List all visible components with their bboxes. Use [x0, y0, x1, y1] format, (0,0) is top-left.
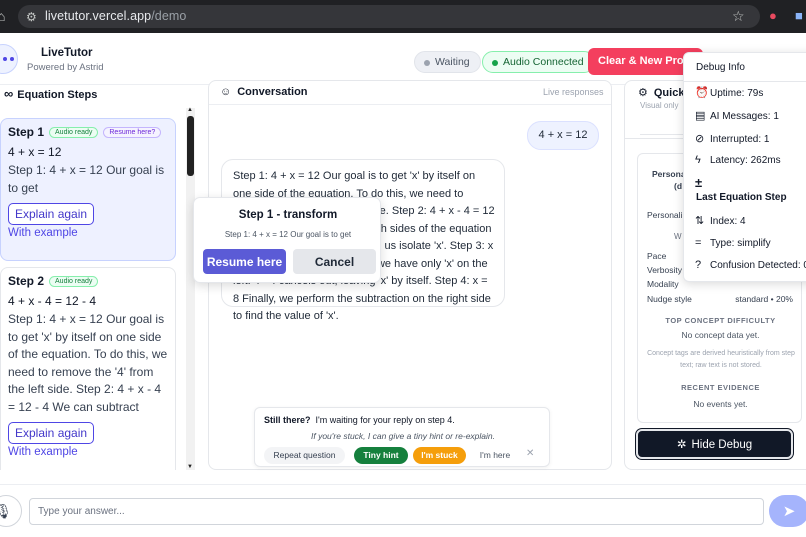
evidence-empty-text: No events yet. — [693, 399, 748, 409]
infinity-icon: ∞ — [4, 86, 14, 101]
audio-ready-badge: Audio ready — [49, 275, 99, 287]
personalization-title-sub: (d — [674, 181, 683, 191]
last-step-heading: Last Equation Step — [696, 192, 787, 203]
personalization-title: Persona — [652, 169, 686, 179]
answer-footer: 🎙 ➤ — [0, 484, 806, 537]
personalization-label: Personali — [647, 210, 683, 220]
answer-input[interactable] — [29, 498, 764, 525]
bug-icon: ✲ — [676, 439, 687, 451]
confusion-item: ? Confusion Detected: 0 — [695, 259, 806, 271]
explain-again-button[interactable]: Explain again — [8, 422, 95, 444]
browser-toolbar: ⌂ ⚙ livetutor.vercel.app/demo ☆ ● ■ — [0, 0, 806, 33]
url-text: livetutor.vercel.app/demo — [45, 9, 187, 23]
send-button[interactable]: ➤ — [769, 495, 806, 527]
with-example-link[interactable]: With example — [8, 227, 169, 239]
scroll-down-icon[interactable]: ▼ — [187, 464, 193, 470]
extension-icon[interactable]: ● — [769, 7, 777, 25]
latency-item: ϟ Latency: 262ms — [695, 154, 781, 166]
index-item: ⇅ Index: 4 — [695, 215, 746, 227]
difficulty-note: Concept tags are derived heuristically f… — [647, 350, 795, 369]
sort-icon: ⇅ — [695, 215, 705, 227]
still-there-nudge: Still there? I'm waiting for your reply … — [254, 407, 550, 467]
zap-icon: ϟ — [695, 154, 701, 166]
ai-messages-item: ▤ AI Messages: 1 — [695, 110, 779, 122]
debug-title: Debug Info — [696, 62, 745, 73]
divider — [684, 81, 806, 82]
close-icon[interactable]: ✕ — [526, 448, 534, 459]
site-settings-icon[interactable]: ⚙ — [26, 8, 37, 26]
difficulty-empty-text: No concept data yet. — [681, 330, 760, 340]
quick-panel-subtitle: Visual only — [640, 101, 679, 110]
tiny-hint-button[interactable]: Tiny hint — [354, 447, 408, 464]
quick-panel-title: ⚙ Quick — [638, 87, 685, 99]
nudge-subtitle: If you're stuck, I can give a tiny hint … — [311, 431, 495, 441]
im-here-button[interactable]: I'm here — [471, 447, 519, 464]
step-explanation: Step 1: 4 + x = 12 Our goal is to get — [8, 163, 165, 195]
steps-scrollbar[interactable]: ▲ ▼ — [186, 107, 195, 470]
ban-icon: ⊘ — [695, 133, 705, 145]
conversation-title: ☺ Conversation — [220, 86, 308, 98]
microphone-icon: 🎙 — [0, 503, 12, 519]
address-bar[interactable]: ⚙ livetutor.vercel.app/demo ☆ — [18, 5, 760, 28]
status-dot — [492, 60, 498, 66]
help-circle-icon: ? — [695, 259, 702, 271]
send-icon: ➤ — [782, 503, 796, 520]
brand-name: LiveTutor — [41, 47, 93, 59]
live-responses-label: Live responses — [543, 87, 604, 97]
app-root: ⌂ ⚙ livetutor.vercel.app/demo ☆ ● ■ Live… — [0, 0, 806, 537]
personalization-w: W — [674, 232, 682, 241]
chat-icon: ☺ — [220, 86, 232, 98]
type-item: = Type: simplify — [695, 237, 771, 249]
evidence-heading: RECENT EVIDENCE — [681, 383, 760, 392]
explain-again-button[interactable]: Explain again — [8, 203, 95, 225]
resume-dialog: Step 1 - transform Step 1: 4 + x = 12 Ou… — [193, 197, 381, 283]
scrollbar-thumb[interactable] — [187, 116, 194, 176]
user-message-bubble: 4 + x = 12 — [527, 121, 599, 150]
step-label: Step 1 — [8, 125, 45, 139]
brand-subtitle: Powered by Astrid — [27, 62, 104, 73]
step-equation: 4 + x - 4 = 12 - 4 — [8, 294, 97, 308]
scroll-up-icon[interactable]: ▲ — [187, 107, 193, 113]
alarm-clock-icon: ⏰ — [695, 87, 709, 99]
resume-here-button[interactable]: Resume here — [203, 249, 286, 274]
step-explanation: Step 1: 4 + x = 12 Our goal is to get 'x… — [8, 312, 168, 414]
quick-tab[interactable] — [640, 125, 684, 135]
nudge-title: Still there? I'm waiting for your reply … — [264, 415, 455, 425]
bookmark-star-icon[interactable]: ☆ — [732, 7, 745, 25]
resume-dialog-title: Step 1 - transform — [238, 209, 338, 221]
extension-icon-2[interactable]: ■ — [795, 7, 803, 25]
interrupted-item: ⊘ Interrupted: 1 — [695, 133, 770, 145]
step-card-1[interactable]: Step 1 Audio ready Resume here? 4 + x = 12… — [0, 118, 176, 261]
equals-icon: = — [695, 237, 702, 249]
steps-panel-title: ∞ Equation Steps — [4, 86, 98, 101]
step-card-2[interactable]: Step 2 Audio ready 4 + x - 4 = 12 - 4 Ste… — [0, 267, 176, 470]
cancel-button[interactable]: Cancel — [293, 249, 376, 274]
with-example-link[interactable]: With example — [8, 446, 169, 458]
steps-list[interactable]: Step 1 Audio ready Resume here? 4 + x = 12… — [0, 108, 184, 470]
repeat-question-button[interactable]: Repeat question — [264, 447, 345, 464]
debug-info-popover: Debug Info ⏰Uptime: 79s ▤ AI Messages: 1 … — [683, 52, 806, 282]
gear-icon: ⚙ — [638, 87, 648, 99]
home-icon[interactable]: ⌂ — [0, 7, 5, 25]
plus-minus-icon: ± — [695, 175, 703, 190]
status-waiting-badge: Waiting — [414, 51, 481, 73]
uptime-item: ⏰Uptime: 79s — [695, 87, 764, 99]
message-square-icon: ▤ — [695, 110, 706, 122]
tutor-avatar — [0, 44, 18, 74]
hide-debug-button[interactable]: ✲ Hide Debug — [636, 429, 793, 459]
im-stuck-button[interactable]: I'm stuck — [413, 447, 466, 464]
divider — [209, 104, 611, 105]
audio-ready-badge: Audio ready — [49, 126, 99, 138]
nudge-style-row: Nudge style standard • 20% — [647, 294, 793, 304]
audio-connected-badge: Audio Connected — [482, 51, 595, 73]
step-equation: 4 + x = 12 — [8, 145, 62, 159]
resume-here-badge[interactable]: Resume here? — [103, 126, 162, 138]
resume-dialog-subtitle: Step 1: 4 + x = 12 Our goal is to get — [224, 230, 352, 239]
step-label: Step 2 — [8, 274, 45, 288]
microphone-button[interactable]: 🎙 — [0, 495, 22, 527]
difficulty-heading: TOP CONCEPT DIFFICULTY — [665, 316, 776, 325]
status-dot — [424, 60, 430, 66]
